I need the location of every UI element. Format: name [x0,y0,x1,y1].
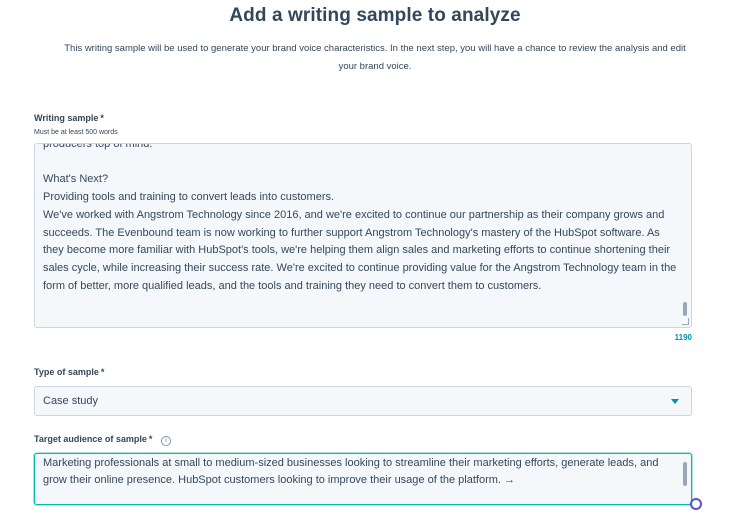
writing-sample-textarea[interactable]: producers top of mind. What's Next? Prov… [34,143,692,328]
loading-spinner-icon [690,498,702,510]
writing-sample-scrollbar[interactable] [683,302,687,316]
target-audience-label: Target audience of sample * i [34,434,171,446]
page-subtitle: This writing sample will be used to gene… [64,43,686,72]
writing-sample-label: Writing sample * [34,113,104,123]
chevron-down-icon[interactable] [671,399,679,404]
writing-sample-help: Must be at least 500 words [34,129,118,136]
writing-sample-value[interactable]: producers top of mind. What's Next? Prov… [43,144,679,295]
sample-type-label-text: Type of sample [34,367,99,377]
sample-type-select[interactable]: Case study [34,386,692,416]
required-marker: * [100,113,104,123]
required-marker: * [100,367,105,377]
target-audience-label-text: Target audience of sample [34,434,147,444]
word-count: 1190 [674,333,692,342]
writing-sample-label-text: Writing sample [34,113,99,123]
target-audience-value[interactable]: Marketing professionals at small to medi… [43,455,673,488]
info-icon[interactable]: i [160,436,171,446]
sample-type-label: Type of sample * [34,367,104,377]
sample-type-selected-value: Case study [43,395,99,407]
page-title: Add a writing sample to analyze [229,5,521,26]
target-audience-scrollbar[interactable] [683,462,687,486]
required-marker: * [148,434,153,444]
resize-handle-icon[interactable] [682,318,689,325]
target-audience-textarea[interactable]: Marketing professionals at small to medi… [34,453,692,505]
